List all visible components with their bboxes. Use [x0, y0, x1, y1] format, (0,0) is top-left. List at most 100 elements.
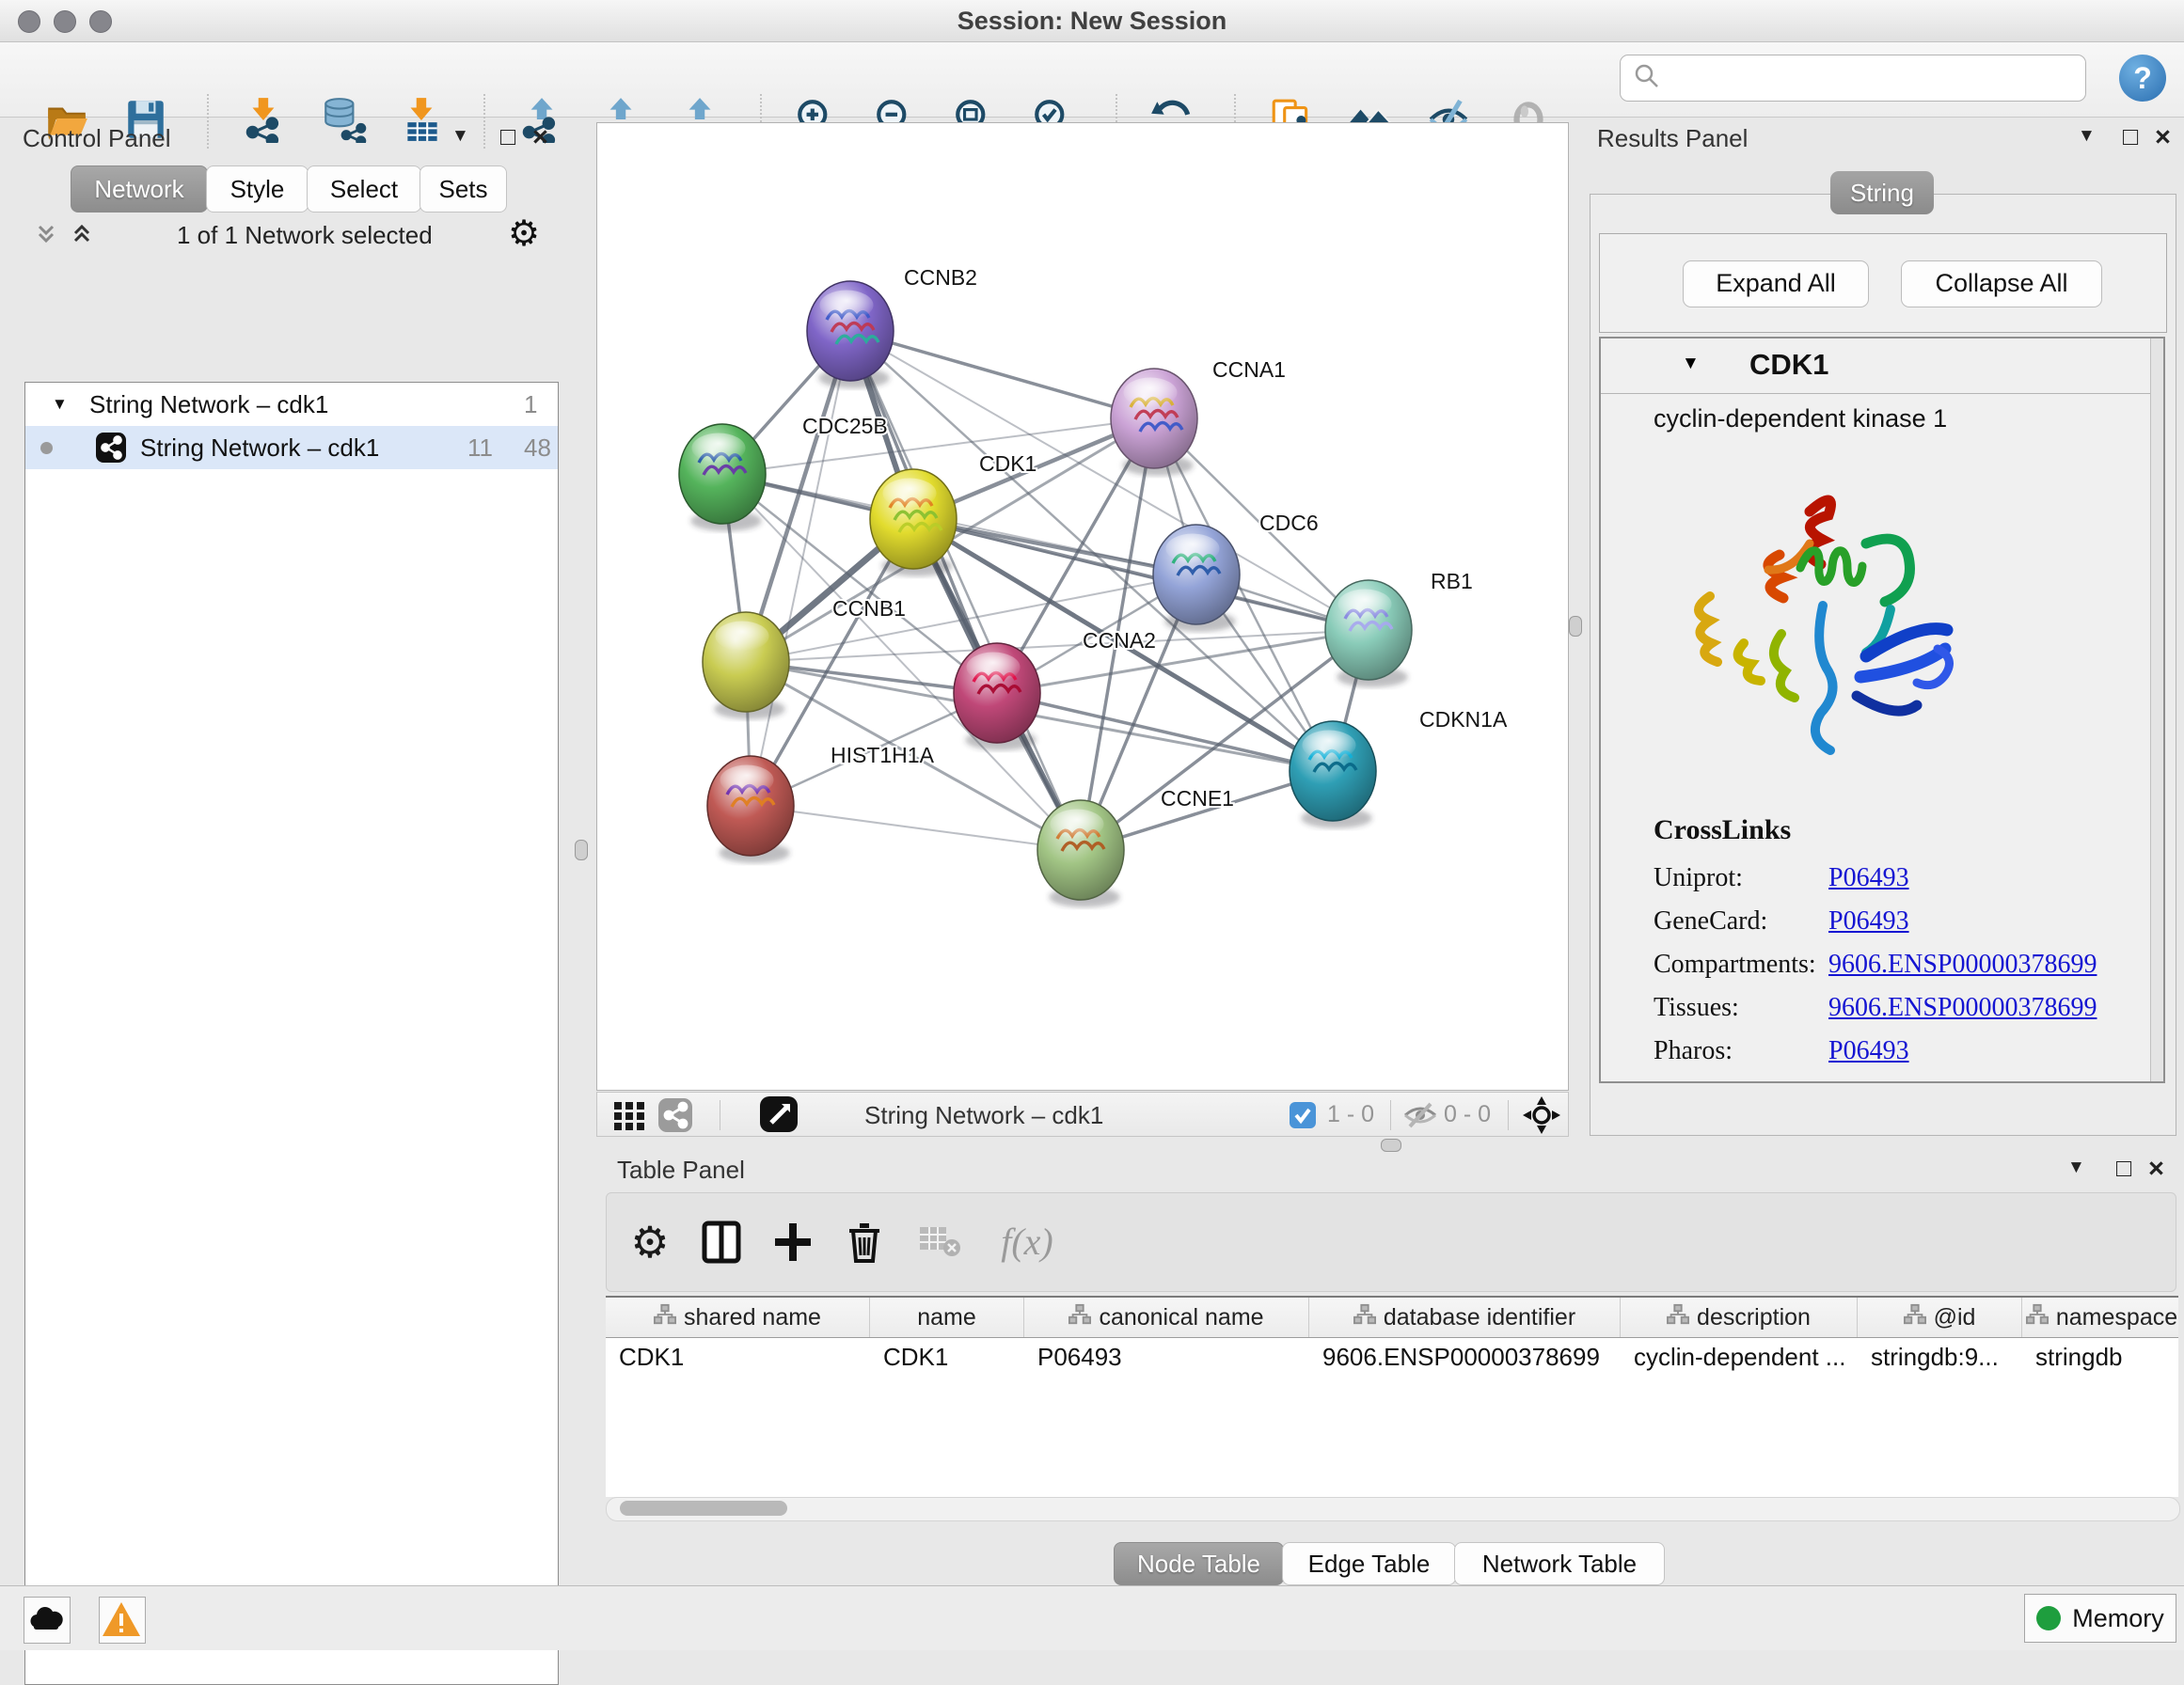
- tab-network-table[interactable]: Network Table: [1454, 1542, 1665, 1585]
- grid-view-icon[interactable]: [612, 1098, 646, 1137]
- tab-string-results[interactable]: String: [1830, 171, 1934, 214]
- mapped-column-icon: [1904, 1303, 1926, 1332]
- column-header-database-identifier[interactable]: database identifier: [1309, 1298, 1621, 1337]
- crosslink-uniprot-link[interactable]: P06493: [1828, 863, 1909, 892]
- results-scrollbar[interactable]: [2150, 339, 2163, 1081]
- crosslink-tissues-link[interactable]: 9606.ENSP00000378699: [1828, 993, 2097, 1022]
- table-row[interactable]: CDK1CDK1P064939606.ENSP00000378699cyclin…: [606, 1338, 2178, 1376]
- column-header-canonical-name[interactable]: canonical name: [1024, 1298, 1309, 1337]
- column-header-namespace[interactable]: namespace: [2022, 1298, 2178, 1337]
- mapped-column-icon: [1667, 1303, 1689, 1332]
- birds-eye-view-icon[interactable]: [759, 1095, 799, 1138]
- gene-disclosure-icon[interactable]: ▼: [1682, 354, 1700, 374]
- add-column-icon[interactable]: [770, 1220, 815, 1265]
- network-collection-row[interactable]: ▼ String Network – cdk1 1: [25, 383, 558, 426]
- collapse-all-button[interactable]: Collapse All: [1901, 260, 2102, 307]
- delete-column-trash-icon[interactable]: [842, 1220, 887, 1265]
- collection-disclosure-icon[interactable]: ▼: [52, 383, 68, 426]
- bottom-splitter-handle[interactable]: [1381, 1139, 1401, 1152]
- column-header-description[interactable]: description: [1621, 1298, 1858, 1337]
- table-panel-maximize-icon[interactable]: □: [2116, 1154, 2131, 1183]
- search-input[interactable]: [1666, 63, 2085, 94]
- network-edge-CCNE1-HIST1H1A[interactable]: [751, 806, 1081, 850]
- crosslink-genecard-link[interactable]: P06493: [1828, 906, 1909, 936]
- network-node-CDKN1A[interactable]: [1290, 721, 1376, 828]
- column-header--id[interactable]: @id: [1858, 1298, 2022, 1337]
- network-edge-CCNA2-CDKN1A[interactable]: [997, 693, 1333, 771]
- network-node-CCNB2[interactable]: [807, 281, 894, 388]
- column-header-label: database identifier: [1384, 1304, 1575, 1331]
- results-panel-float-icon[interactable]: ▼: [2078, 126, 2096, 147]
- control-panel-title: Control Panel: [23, 124, 171, 153]
- network-node-CDK1[interactable]: [870, 469, 957, 576]
- table-panel-float-icon[interactable]: ▼: [2067, 1157, 2085, 1178]
- crosslinks-section: CrossLinks Uniprot:P06493GeneCard:P06493…: [1654, 814, 2097, 1079]
- crosslink-compartments-link[interactable]: 9606.ENSP00000378699: [1828, 950, 2097, 979]
- application-window: Session: New Session ? Control Panel ▼ □…: [0, 0, 2184, 1649]
- tab-select[interactable]: Select: [307, 165, 421, 213]
- network-edge-CCNB2-CCNE1[interactable]: [850, 331, 1081, 850]
- network-canvas[interactable]: CCNB2CCNA1CDC25BCDK1CDC6RB1CCNB1CCNA2CDK…: [596, 122, 1569, 1091]
- network-node-CCNE1[interactable]: [1037, 800, 1124, 907]
- tab-sets[interactable]: Sets: [419, 165, 507, 213]
- show-columns-icon[interactable]: [699, 1220, 744, 1265]
- mapped-column-icon: [1353, 1303, 1376, 1332]
- network-node-CCNB1[interactable]: [703, 612, 789, 719]
- results-panel-maximize-icon[interactable]: □: [2123, 122, 2138, 151]
- tab-edge-table[interactable]: Edge Table: [1282, 1542, 1456, 1585]
- network-row-selected[interactable]: String Network – cdk1 11 48: [25, 426, 558, 469]
- control-panel-close-icon[interactable]: ×: [532, 122, 548, 153]
- crosslink-row: Compartments:9606.ENSP00000378699: [1654, 950, 2097, 993]
- network-node-CDC25B[interactable]: [679, 424, 766, 531]
- navigate-crosshair-icon[interactable]: [1521, 1094, 1562, 1141]
- cloud-status-button[interactable]: [24, 1597, 71, 1644]
- left-splitter-handle[interactable]: [575, 840, 588, 860]
- expand-all-networks-icon[interactable]: [68, 220, 96, 253]
- table-settings-gear-icon[interactable]: ⚙: [627, 1220, 673, 1265]
- right-splitter-handle[interactable]: [1569, 616, 1582, 637]
- network-node-CDC6[interactable]: [1153, 525, 1240, 632]
- column-header-name[interactable]: name: [870, 1298, 1024, 1337]
- network-view-type-icon[interactable]: [657, 1097, 693, 1138]
- memory-button[interactable]: Memory: [2024, 1594, 2176, 1643]
- collection-count: 1: [524, 383, 537, 426]
- warnings-button[interactable]: [99, 1597, 146, 1644]
- results-panel-close-icon[interactable]: ×: [2155, 122, 2171, 153]
- expand-all-button[interactable]: Expand All: [1683, 260, 1869, 307]
- network-view-title: String Network – cdk1: [864, 1093, 1103, 1138]
- table-panel-close-icon[interactable]: ×: [2148, 1154, 2164, 1185]
- cell-description[interactable]: cyclin-dependent ...: [1621, 1338, 1858, 1376]
- search-box[interactable]: [1620, 55, 2086, 102]
- collapse-all-networks-icon[interactable]: [32, 220, 60, 253]
- control-panel-maximize-icon[interactable]: □: [500, 122, 515, 151]
- memory-label: Memory: [2072, 1604, 2164, 1633]
- cell-shared-name[interactable]: CDK1: [606, 1338, 870, 1376]
- network-edge-CCNB2-HIST1H1A[interactable]: [751, 331, 850, 806]
- crosslink-pharos-link[interactable]: P06493: [1828, 1036, 1909, 1065]
- cell--id[interactable]: stringdb:9...: [1858, 1338, 2022, 1376]
- network-edge-CCNB2-CCNA1[interactable]: [850, 331, 1154, 418]
- tab-network[interactable]: Network: [71, 165, 208, 213]
- cell-canonical-name[interactable]: P06493: [1024, 1338, 1309, 1376]
- cell-name[interactable]: CDK1: [870, 1338, 1024, 1376]
- help-button[interactable]: ?: [2119, 55, 2166, 102]
- table-horizontal-scrollbar[interactable]: [606, 1497, 2180, 1521]
- network-node-HIST1H1A[interactable]: [707, 756, 794, 863]
- selected-checkbox-icon[interactable]: [1289, 1101, 1317, 1134]
- network-options-gear-icon[interactable]: ⚙: [508, 213, 540, 255]
- column-header-shared-name[interactable]: shared name: [606, 1298, 870, 1337]
- network-node-CCNA2[interactable]: [954, 643, 1040, 750]
- gene-card-header[interactable]: ▼ CDK1: [1601, 339, 2163, 394]
- tab-node-table[interactable]: Node Table: [1114, 1542, 1284, 1585]
- network-node-RB1[interactable]: [1325, 580, 1412, 687]
- cell-database-identifier[interactable]: 9606.ENSP00000378699: [1309, 1338, 1621, 1376]
- control-panel-float-icon[interactable]: ▼: [451, 126, 469, 147]
- tab-style[interactable]: Style: [206, 165, 309, 213]
- crosslink-label-pharos: Pharos:: [1654, 1036, 1828, 1066]
- network-graph[interactable]: CCNB2CCNA1CDC25BCDK1CDC6RB1CCNB1CCNA2CDK…: [597, 123, 1568, 1090]
- scrollbar-thumb[interactable]: [620, 1501, 787, 1516]
- column-header-label: shared name: [684, 1304, 821, 1331]
- cell-namespace[interactable]: stringdb: [2022, 1338, 2178, 1376]
- network-node-CCNA1[interactable]: [1111, 369, 1197, 476]
- network-list: ▼ String Network – cdk1 1 String Network…: [24, 382, 559, 1685]
